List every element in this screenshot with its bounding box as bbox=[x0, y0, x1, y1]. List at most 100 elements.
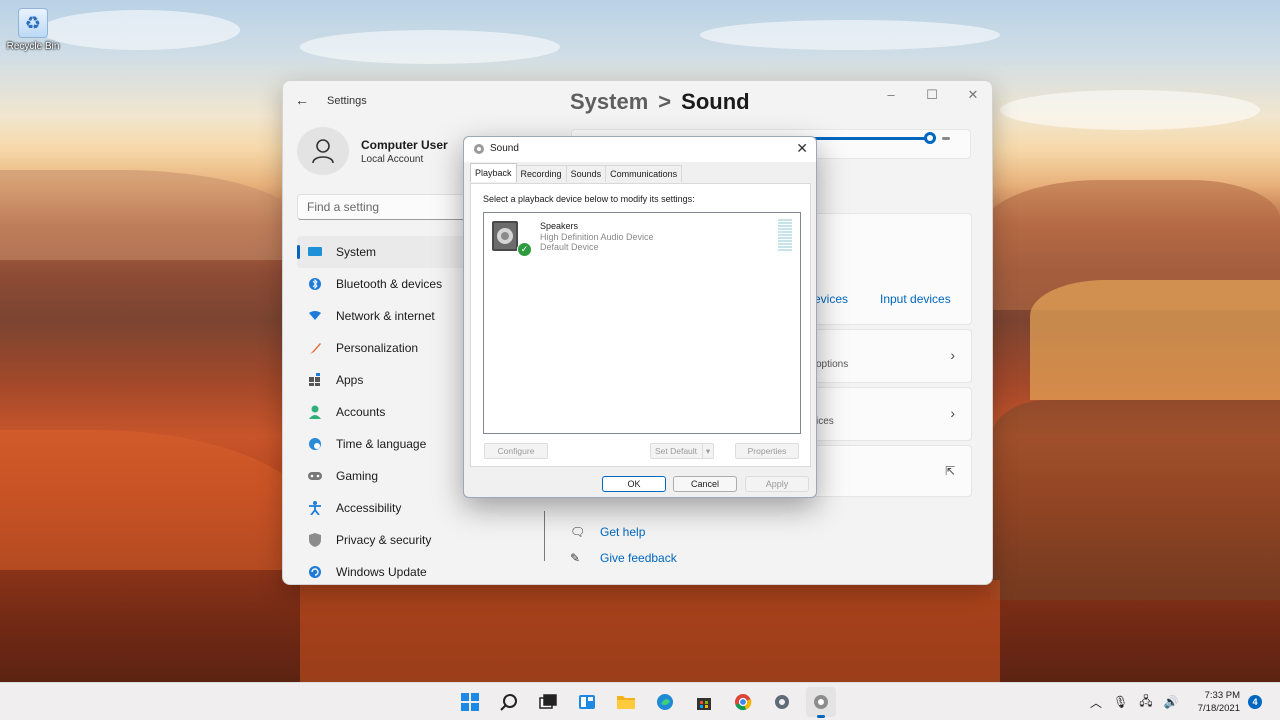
notification-badge[interactable]: 4 bbox=[1248, 695, 1262, 709]
avatar bbox=[297, 127, 349, 175]
nav-label: Time & language bbox=[336, 437, 427, 451]
update-icon bbox=[307, 564, 323, 580]
instruction-text: Select a playback device below to modify… bbox=[483, 194, 695, 204]
bluetooth-icon bbox=[307, 276, 323, 292]
nav-label: Privacy & security bbox=[336, 533, 432, 547]
help-icon: 🗨 bbox=[570, 525, 586, 539]
edge-icon[interactable] bbox=[650, 687, 680, 717]
minimize-button[interactable]: – bbox=[881, 87, 901, 102]
get-help-row[interactable]: 🗨 Get help bbox=[570, 525, 645, 539]
system-tray: ︿ 🎙 🖧 🔊 bbox=[1090, 683, 1190, 720]
person-icon bbox=[307, 404, 323, 420]
level-meter bbox=[778, 219, 792, 253]
chevron-down-icon[interactable]: ▾ bbox=[702, 444, 713, 458]
recycle-bin-shortcut[interactable]: ♻ Recycle Bin bbox=[4, 8, 62, 52]
search-icon[interactable] bbox=[494, 687, 524, 717]
recycle-bin-label: Recycle Bin bbox=[6, 41, 60, 52]
ok-button[interactable]: OK bbox=[602, 476, 666, 492]
clock-time: 7:33 PM bbox=[1204, 690, 1240, 701]
divider bbox=[544, 511, 545, 561]
back-arrow-icon[interactable]: ← bbox=[295, 92, 309, 108]
give-feedback-link[interactable]: Give feedback bbox=[600, 551, 677, 565]
cancel-button[interactable]: Cancel bbox=[673, 476, 737, 492]
set-default-button[interactable]: Set Default ▾ bbox=[650, 443, 714, 459]
page-title: System > Sound bbox=[570, 89, 750, 115]
chrome-icon[interactable] bbox=[728, 687, 758, 717]
taskbar-apps bbox=[455, 687, 845, 718]
clock-date: 7/18/2021 bbox=[1197, 703, 1240, 714]
device-status: Default Device bbox=[540, 242, 599, 252]
options-text: options bbox=[816, 359, 849, 370]
default-check-icon: ✓ bbox=[517, 242, 532, 257]
person-icon bbox=[312, 139, 334, 164]
user-name: Computer User bbox=[361, 138, 448, 152]
volume-icon[interactable]: 🔊 bbox=[1164, 695, 1179, 709]
microphone-icon[interactable]: 🎙 bbox=[1113, 695, 1128, 709]
external-link-icon: ⇱ bbox=[944, 464, 955, 478]
nav-label: System bbox=[336, 245, 377, 259]
nav-label: Apps bbox=[336, 373, 364, 387]
get-help-link[interactable]: Get help bbox=[600, 525, 645, 539]
tab-playback[interactable]: Playback bbox=[470, 163, 517, 182]
sound-dialog: Sound ✕ Playback Recording Sounds Commun… bbox=[463, 136, 817, 498]
nav-item-windows-update[interactable]: Windows Update bbox=[297, 556, 497, 584]
more-options-card[interactable]: options › bbox=[813, 329, 972, 383]
input-devices-link[interactable]: Input devices bbox=[880, 292, 951, 306]
start-icon[interactable] bbox=[455, 687, 485, 717]
playback-panel: Select a playback device below to modify… bbox=[470, 183, 811, 467]
apps-icon bbox=[307, 372, 323, 388]
gamepad-icon bbox=[307, 468, 323, 484]
tab-recording[interactable]: Recording bbox=[515, 165, 567, 182]
nav-label: Windows Update bbox=[336, 565, 427, 579]
properties-button[interactable]: Properties bbox=[735, 443, 799, 459]
give-feedback-row[interactable]: ✎ Give feedback bbox=[570, 551, 677, 565]
taskbar-clock[interactable]: 7:33 PM 7/18/2021 bbox=[1192, 689, 1240, 715]
chevron-right-icon: › bbox=[950, 347, 955, 363]
dialog-tabs: Playback Recording Sounds Communications bbox=[470, 163, 683, 183]
tab-sounds[interactable]: Sounds bbox=[565, 165, 607, 182]
sound-icon[interactable] bbox=[806, 687, 836, 718]
chevron-up-icon[interactable]: ︿ bbox=[1090, 694, 1102, 711]
dialog-titlebar: Sound ✕ bbox=[464, 137, 816, 162]
settings-app-title: Settings bbox=[327, 95, 367, 107]
settings-icon[interactable] bbox=[767, 687, 797, 717]
brush-icon bbox=[307, 340, 323, 356]
maximize-button[interactable]: ☐ bbox=[922, 87, 942, 103]
device-driver: High Definition Audio Device bbox=[540, 232, 654, 242]
advanced-card: evices Input devices bbox=[813, 213, 972, 325]
feedback-icon: ✎ bbox=[570, 551, 581, 565]
chevron-right-icon: › bbox=[950, 405, 955, 421]
nav-label: Personalization bbox=[336, 341, 419, 355]
store-icon[interactable] bbox=[689, 687, 719, 717]
sound-icon bbox=[474, 144, 484, 154]
device-list[interactable]: ✓ Speakers High Definition Audio Device … bbox=[483, 212, 801, 434]
nav-label: Accounts bbox=[336, 405, 386, 419]
nav-item-privacy[interactable]: Privacy & security bbox=[297, 524, 497, 556]
apply-button[interactable]: Apply bbox=[745, 476, 809, 492]
task-view-icon[interactable] bbox=[533, 687, 563, 717]
external-link-card[interactable]: ⇱ bbox=[813, 445, 972, 497]
globe-clock-icon bbox=[307, 436, 323, 452]
nav-label: Gaming bbox=[336, 469, 379, 483]
close-icon[interactable]: ✕ bbox=[796, 140, 808, 157]
volume-slider-thumb[interactable] bbox=[924, 132, 936, 144]
nav-label: Network & internet bbox=[336, 309, 435, 323]
widgets-icon[interactable] bbox=[572, 687, 602, 717]
volume-slider-fill bbox=[812, 137, 930, 140]
device-name: Speakers bbox=[540, 221, 579, 231]
output-devices-link[interactable]: evices bbox=[814, 292, 848, 306]
accessibility-icon bbox=[307, 500, 323, 516]
nav-label: Accessibility bbox=[336, 501, 402, 515]
devices-card[interactable]: ices › bbox=[813, 387, 972, 441]
shield-icon bbox=[307, 532, 323, 548]
close-button[interactable]: ✕ bbox=[963, 87, 983, 103]
breadcrumb-system[interactable]: System bbox=[570, 89, 648, 114]
network-icon[interactable]: 🖧 bbox=[1139, 692, 1152, 713]
monitor-icon bbox=[307, 244, 323, 260]
tab-communications[interactable]: Communications bbox=[605, 165, 683, 182]
file-explorer-icon[interactable] bbox=[611, 687, 641, 717]
devices-text: ices bbox=[816, 416, 834, 427]
list-item[interactable]: ✓ Speakers High Definition Audio Device … bbox=[488, 217, 794, 257]
taskbar: ︿ 🎙 🖧 🔊 7:33 PM 7/18/2021 4 bbox=[0, 682, 1280, 720]
configure-button[interactable]: Configure bbox=[484, 443, 548, 459]
